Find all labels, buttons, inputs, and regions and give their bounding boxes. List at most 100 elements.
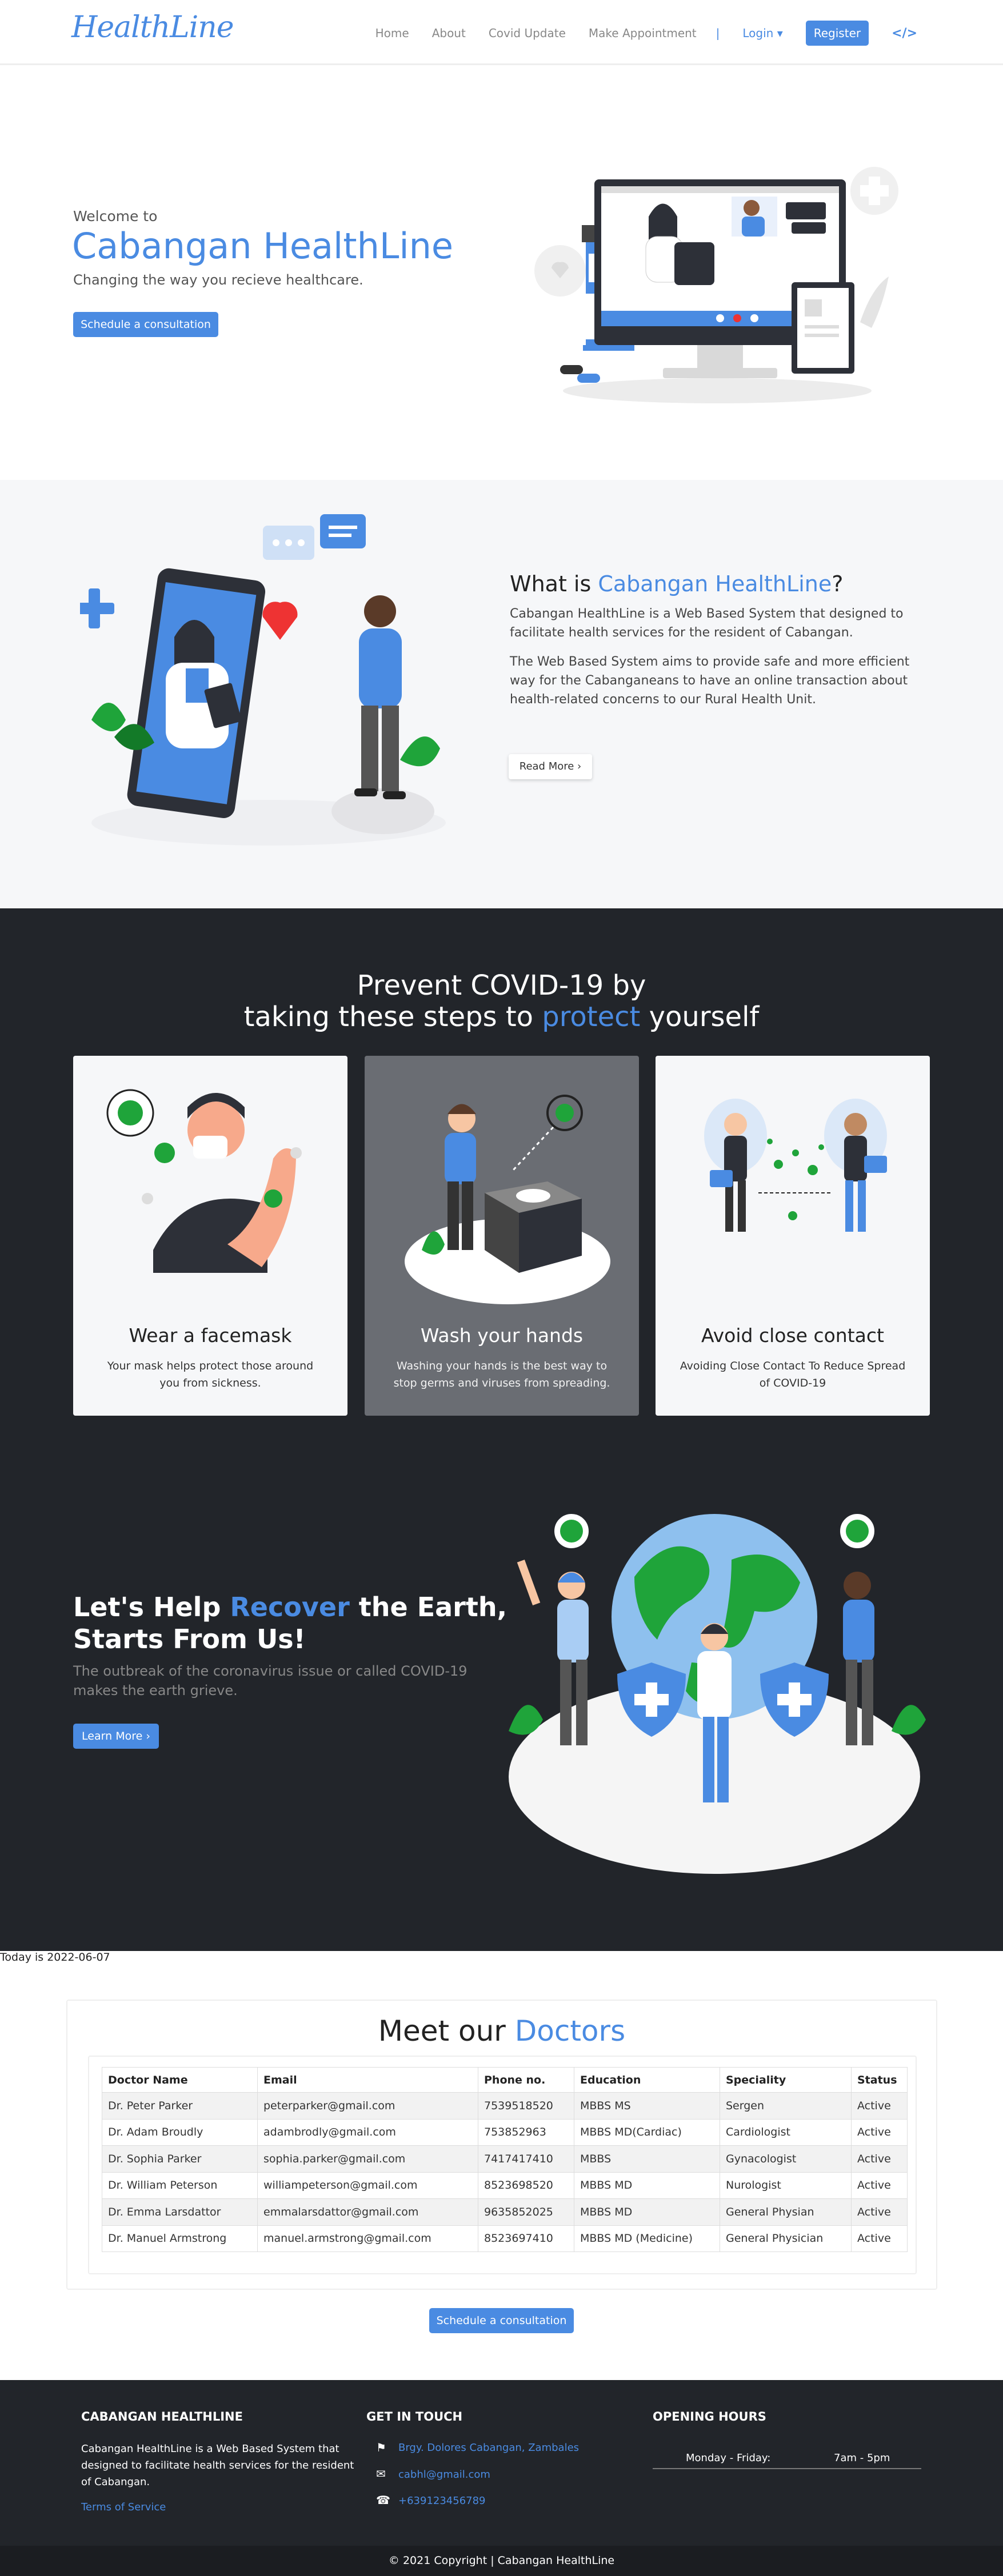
nav-links: Home About Covid Update Make Appointment…	[353, 21, 917, 46]
close-contact-illustration	[704, 1099, 887, 1232]
about-section: What is Cabangan HealthLine? Cabangan He…	[0, 480, 1003, 908]
column-header: Education	[574, 2067, 720, 2093]
wash-hands-card: Wash your hands Washing your hands is th…	[365, 1056, 639, 1416]
about-paragraph-1: Cabangan HealthLine is a Web Based Syste…	[510, 607, 904, 640]
hours-days: Monday - Friday:	[686, 2452, 771, 2464]
doctors-title: Meet our Doctors	[67, 2014, 936, 2048]
location-pin-icon: ⚑	[376, 2441, 386, 2454]
schedule-consultation-button-bottom[interactable]: Schedule a consultation	[429, 2308, 574, 2333]
table-row: Dr. Sophia Parker sophia.parker@gmail.com…	[102, 2145, 908, 2173]
covid-heading-suffix: yourself	[640, 1001, 760, 1033]
table-cell: Active	[851, 2198, 908, 2226]
column-header: Speciality	[720, 2067, 852, 2093]
table-cell: MBBS	[574, 2145, 720, 2173]
earth-illustration	[509, 1512, 926, 1874]
table-cell: 8523698520	[478, 2172, 574, 2199]
phone-icon: ☎	[376, 2493, 390, 2507]
table-cell: Nurologist	[720, 2172, 852, 2199]
earth-title: Let's Help Recover the Earth, Starts Fro…	[73, 1591, 508, 1655]
column-header: Doctor Name	[102, 2067, 258, 2093]
table-row: Dr. Emma Larsdattor emmalarsdattor@gmail.…	[102, 2198, 908, 2226]
welcome-text: Welcome to	[73, 208, 158, 225]
learn-more-button[interactable]: Learn More ›	[73, 1724, 159, 1749]
doctor-phone-illustration	[80, 514, 446, 846]
table-cell: 7539518520	[478, 2092, 574, 2120]
table-cell: General Physician	[720, 2225, 852, 2252]
today-date: Today is 2022-06-07	[0, 1951, 110, 1964]
table-cell: Active	[851, 2092, 908, 2120]
facemask-illustration	[106, 1089, 302, 1273]
address-link[interactable]: Brgy. Dolores Cabangan, Zambales	[398, 2442, 579, 2454]
email-link[interactable]: cabhl@gmail.com	[398, 2469, 490, 2481]
nav-home[interactable]: Home	[375, 26, 409, 40]
footer-about-text: Cabangan HealthLine is a Web Based Syste…	[81, 2443, 354, 2488]
table-row: Dr. Peter Parker peterparker@gmail.com 753…	[102, 2092, 908, 2120]
close-contact-card: Avoid close contact Avoiding Close Conta…	[656, 1056, 930, 1416]
brand-logo[interactable]: HealthLine	[71, 10, 234, 45]
table-cell: peterparker@gmail.com	[257, 2092, 478, 2120]
table-header-row: Doctor Name Email Phone no. Education Sp…	[102, 2067, 908, 2093]
table-cell: General Physian	[720, 2198, 852, 2226]
earth-subtitle: The outbreak of the coronavirus issue or…	[73, 1663, 467, 1698]
table-cell: adambrodly@gmail.com	[257, 2118, 478, 2146]
about-title-prefix: What is	[510, 571, 598, 596]
opening-hours-row: Monday - Friday: 7am - 5pm	[653, 2446, 921, 2469]
wash-hands-text: Washing your hands is the best way to st…	[393, 1360, 610, 1389]
nav-covid-update[interactable]: Covid Update	[489, 26, 566, 40]
table-cell: Active	[851, 2145, 908, 2173]
table-cell: MBBS MD(Cardiac)	[574, 2118, 720, 2146]
table-cell: Active	[851, 2172, 908, 2199]
about-title-suffix: ?	[832, 571, 844, 596]
wash-hands-title: Wash your hands	[420, 1324, 584, 1347]
table-cell: MBBS MD (Medicine)	[574, 2225, 720, 2252]
doctors-panel: Meet our Doctors Doctor Name Email Phone…	[66, 2000, 937, 2290]
envelope-icon: ✉	[376, 2467, 386, 2481]
table-cell: emmalarsdattor@gmail.com	[257, 2198, 478, 2226]
table-cell: williampeterson@gmail.com	[257, 2172, 478, 2199]
table-cell: Dr. Peter Parker	[102, 2092, 258, 2120]
about-title: What is Cabangan HealthLine?	[510, 571, 843, 596]
terms-link[interactable]: Terms of Service	[81, 2501, 166, 2513]
earth-title-highlight: Recover	[230, 1592, 350, 1622]
table-row: Dr. Adam Broudly adambrodly@gmail.com 7538…	[102, 2118, 908, 2146]
nav-about[interactable]: About	[432, 26, 466, 40]
table-cell: manuel.armstrong@gmail.com	[257, 2225, 478, 2252]
table-cell: sophia.parker@gmail.com	[257, 2145, 478, 2173]
facemask-card: Wear a facemask Your mask helps protect …	[73, 1056, 347, 1416]
read-more-button[interactable]: Read More ›	[509, 754, 592, 779]
table-cell: MBBS MS	[574, 2092, 720, 2120]
login-dropdown[interactable]: Login ▾	[742, 26, 782, 40]
table-cell: Sergen	[720, 2092, 852, 2120]
code-icon[interactable]: </>	[892, 26, 917, 41]
hero-section: Welcome to Cabangan HealthLine Changing …	[0, 65, 1003, 480]
covid-heading-prefix: taking these steps to	[243, 1001, 542, 1033]
table-cell: 9635852025	[478, 2198, 574, 2226]
table-row: Dr. Manuel Armstrong manuel.armstrong@gma…	[102, 2225, 908, 2252]
telemedicine-illustration	[534, 167, 898, 403]
phone-link[interactable]: +639123456789	[398, 2495, 486, 2507]
footer-hours-heading: OPENING HOURS	[653, 2410, 766, 2423]
about-title-highlight: Cabangan HealthLine	[598, 571, 832, 596]
column-header: Phone no.	[478, 2067, 574, 2093]
register-button[interactable]: Register	[805, 21, 869, 46]
covid-heading-line1: Prevent COVID-19 by	[357, 969, 646, 1001]
table-cell: 7417417410	[478, 2145, 574, 2173]
nav-separator: |	[716, 26, 720, 40]
earth-title-prefix: Let's Help	[73, 1592, 230, 1622]
doctors-title-highlight: Doctors	[514, 2014, 626, 2048]
close-contact-title: Avoid close contact	[701, 1324, 884, 1347]
hero-title: Cabangan HealthLine	[72, 225, 454, 267]
nav-make-appointment[interactable]: Make Appointment	[589, 26, 697, 40]
doctors-table: Doctor Name Email Phone no. Education Sp…	[102, 2067, 908, 2252]
covid-heading-highlight: protect	[542, 1001, 641, 1033]
table-cell: Dr. Emma Larsdattor	[102, 2198, 258, 2226]
hero-subtitle: Changing the way you recieve healthcare.	[73, 272, 363, 288]
table-cell: Dr. Adam Broudly	[102, 2118, 258, 2146]
close-contact-text: Avoiding Close Contact To Reduce Spread …	[680, 1360, 906, 1389]
footer-about-heading: CABANGAN HEALTHLINE	[81, 2410, 243, 2423]
schedule-consultation-button[interactable]: Schedule a consultation	[73, 312, 218, 337]
table-cell: 753852963	[478, 2118, 574, 2146]
table-cell: Active	[851, 2118, 908, 2146]
table-cell: Dr. Sophia Parker	[102, 2145, 258, 2173]
table-cell: Dr. Manuel Armstrong	[102, 2225, 258, 2252]
